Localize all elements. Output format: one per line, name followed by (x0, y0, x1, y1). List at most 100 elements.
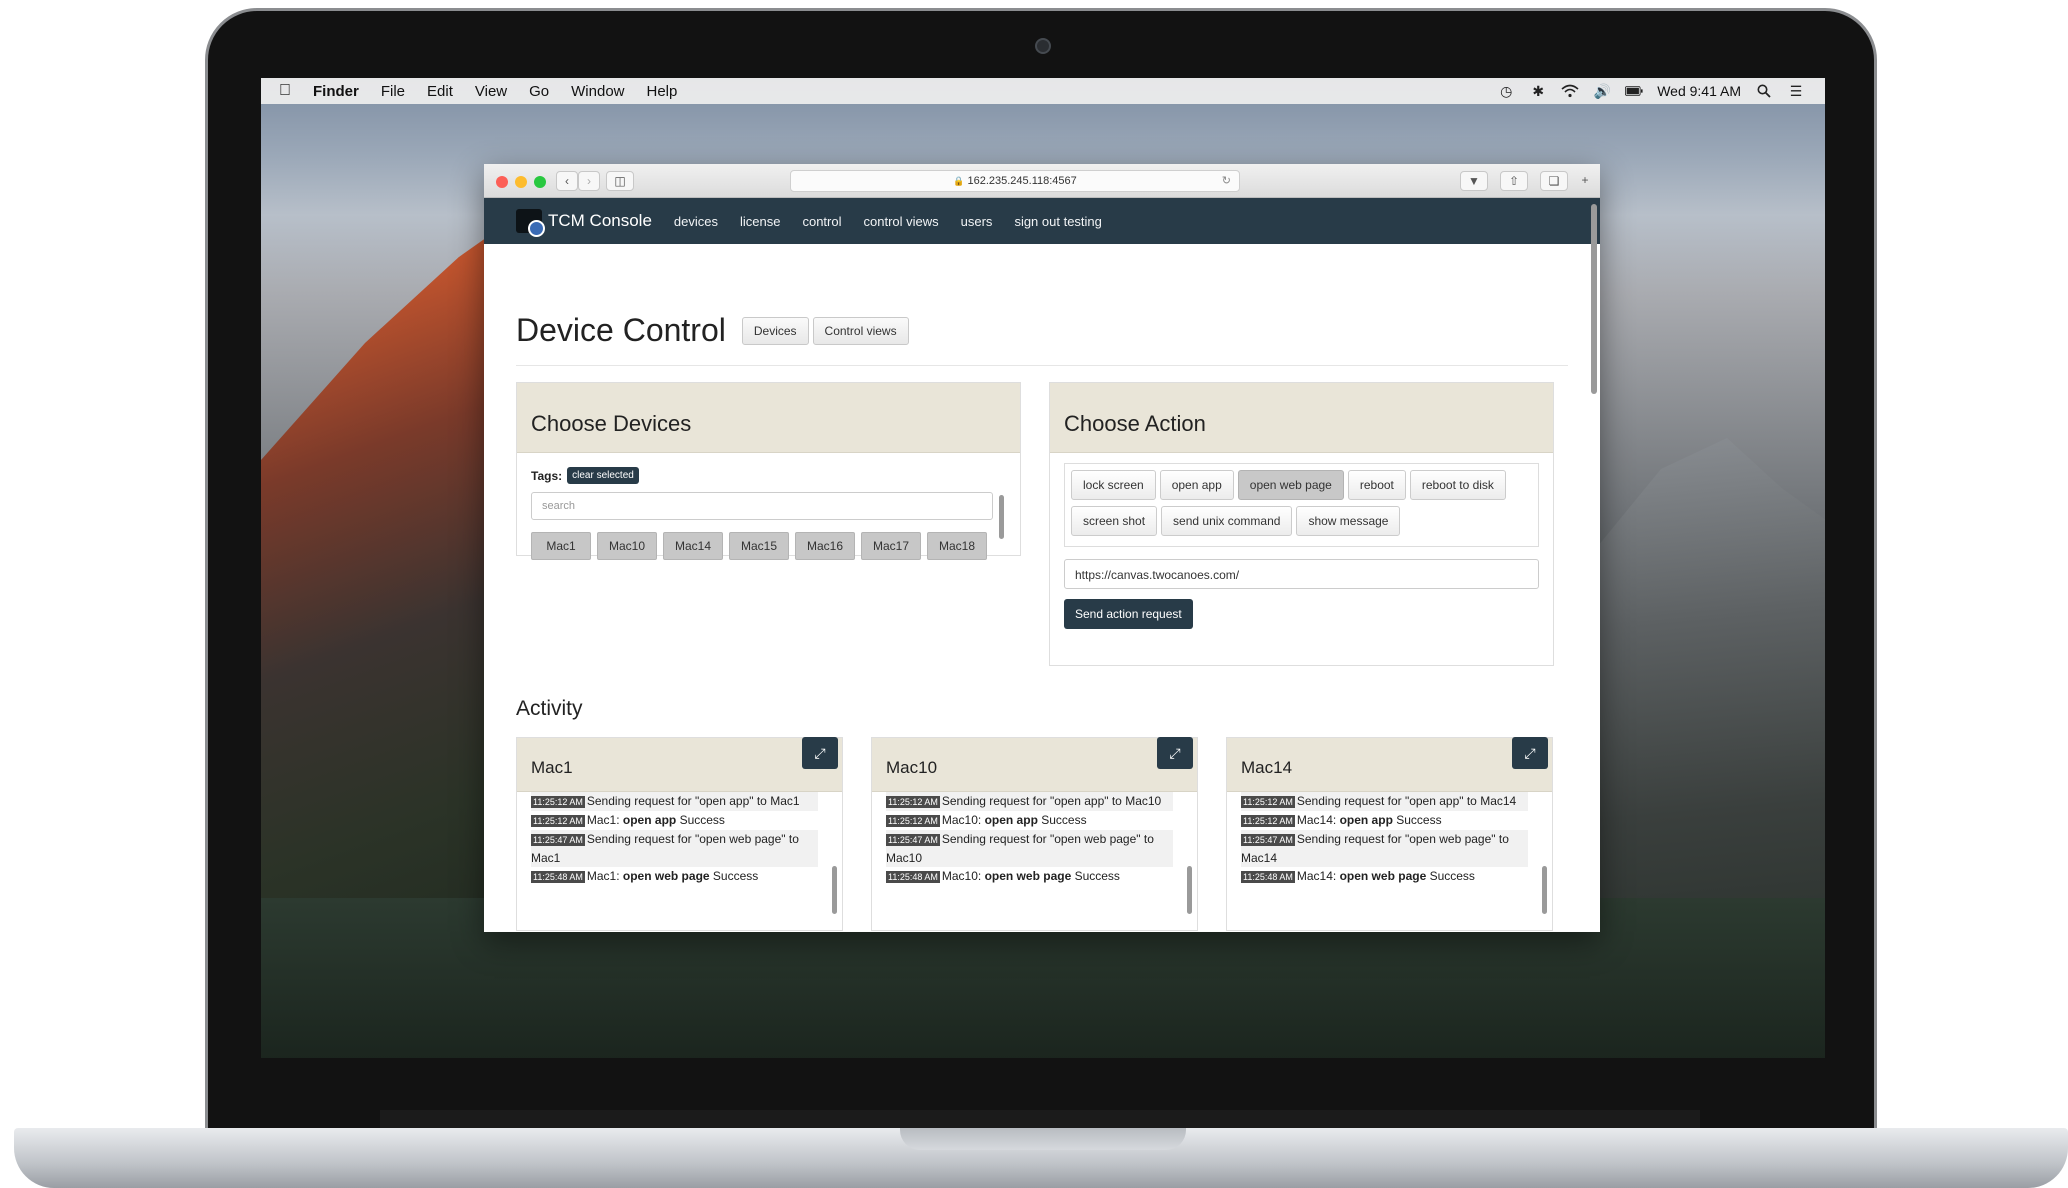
choose-action-heading: Choose Action (1050, 383, 1553, 453)
nav-sign-out[interactable]: sign out testing (1014, 214, 1101, 229)
nav-license[interactable]: license (740, 214, 780, 229)
menu-file[interactable]: File (381, 83, 405, 100)
nav-control-views[interactable]: control views (864, 214, 939, 229)
log-action-name: open app (984, 813, 1038, 827)
log-entry: 11:25:12 AM Mac1: open app Success (531, 811, 818, 830)
expand-icon[interactable]: ⤢ (802, 737, 838, 769)
log-entry: 11:25:48 AM Mac1: open web page Success (531, 867, 818, 886)
action-show-message[interactable]: show message (1296, 506, 1401, 536)
log-timestamp: 11:25:48 AM (886, 871, 940, 883)
control-views-button[interactable]: Control views (812, 316, 909, 345)
action-open-web-page[interactable]: open web page (1237, 470, 1344, 500)
device-chip-mac17[interactable]: Mac17 (861, 532, 921, 560)
log-action-name: open web page (622, 869, 710, 883)
devices-button[interactable]: Devices (741, 316, 809, 345)
activity-panel-name: Mac10 (886, 758, 938, 777)
activity-panel-title: Mac10 ⤢ (872, 737, 1197, 792)
device-chip-mac14[interactable]: Mac14 (663, 532, 723, 560)
log-entry: 11:25:12 AM Mac14: open app Success (1241, 811, 1528, 830)
menu-bar:  Finder File Edit View Go Window Help ◷… (261, 78, 1825, 104)
send-action-request-button[interactable]: Send action request (1064, 599, 1193, 629)
volume-icon[interactable]: 🔊 (1593, 83, 1611, 99)
page-title: Device Control (516, 312, 726, 348)
activity-scrollbar[interactable] (1542, 866, 1547, 914)
menu-go[interactable]: Go (529, 83, 549, 100)
log-entry: 11:25:12 AM Sending request for "open app… (1241, 792, 1528, 811)
device-chip-mac16[interactable]: Mac16 (795, 532, 855, 560)
activity-scrollbar[interactable] (832, 866, 837, 914)
menu-view[interactable]: View (475, 83, 507, 100)
log-result: Success (1037, 813, 1087, 827)
nav-users[interactable]: users (961, 214, 993, 229)
safari-window: ‹ › ◫ 🔒 162.235.245.118:4567 ↻ ▼ ⇧ ❏ + T… (484, 164, 1600, 932)
laptop-chin (380, 1110, 1700, 1128)
brand-link[interactable]: TCM Console (548, 211, 652, 231)
tabs-overview-icon[interactable]: ❏ (1540, 171, 1568, 191)
address-bar[interactable]: 🔒 162.235.245.118:4567 ↻ (790, 170, 1240, 192)
device-chip-mac18[interactable]: Mac18 (927, 532, 987, 560)
action-open-app[interactable]: open app (1159, 470, 1234, 500)
action-send-unix-command[interactable]: send unix command (1161, 506, 1293, 536)
expand-icon[interactable]: ⤢ (1512, 737, 1548, 769)
log-timestamp: 11:25:12 AM (531, 796, 585, 808)
time-machine-icon[interactable]: ◷ (1497, 83, 1515, 99)
sidebar-toggle-icon[interactable]: ◫ (606, 171, 634, 191)
reload-icon[interactable]: ↻ (1222, 171, 1231, 191)
minimize-window-button[interactable] (515, 176, 527, 188)
browser-toolbar: ‹ › ◫ 🔒 162.235.245.118:4567 ↻ ▼ ⇧ ❏ + (484, 164, 1600, 198)
device-chip-mac10[interactable]: Mac10 (597, 532, 657, 560)
log-entry: 11:25:47 AM Sending request for "open web… (1241, 830, 1528, 867)
log-text: Mac10: (941, 869, 985, 883)
log-entry: 11:25:48 AM Mac10: open web page Success (886, 867, 1173, 886)
device-list-scrollbar[interactable] (999, 495, 1004, 539)
choose-devices-heading: Choose Devices (517, 383, 1020, 453)
action-screen-shot[interactable]: screen shot (1071, 506, 1158, 536)
menu-help[interactable]: Help (647, 83, 678, 100)
log-action-name: open web page (1339, 869, 1427, 883)
log-result: Success (1426, 869, 1475, 883)
expand-icon[interactable]: ⤢ (1157, 737, 1193, 769)
activity-panel-mac1: Mac1 ⤢ 11:25:12 AM Sending request for "ope… (516, 737, 843, 931)
menu-edit[interactable]: Edit (427, 83, 453, 100)
log-text: Mac1: (586, 813, 623, 827)
log-entry: 11:25:12 AM Mac10: open app Success (886, 811, 1173, 830)
log-entry: 11:25:48 AM Mac14: open web page Success (1241, 867, 1528, 886)
wifi-icon[interactable] (1561, 84, 1579, 98)
action-url-input[interactable]: https://canvas.twocanoes.com/ (1064, 559, 1539, 589)
log-entry: 11:25:12 AM Sending request for "open app… (531, 792, 818, 811)
new-tab-icon[interactable]: + (1574, 171, 1596, 191)
device-search-input[interactable]: search (531, 492, 993, 520)
downloads-toolbar-icon[interactable]: ▼ (1460, 171, 1488, 191)
action-reboot-to-disk[interactable]: reboot to disk (1409, 470, 1506, 500)
back-icon[interactable]: ‹ (556, 171, 578, 191)
zoom-window-button[interactable] (534, 176, 546, 188)
device-chip-mac1[interactable]: Mac1 (531, 532, 591, 560)
share-icon[interactable]: ⇧ (1500, 171, 1528, 191)
battery-icon[interactable] (1625, 84, 1643, 98)
nav-control[interactable]: control (802, 214, 841, 229)
apple-menu-icon[interactable]:  (279, 82, 291, 100)
close-window-button[interactable] (496, 176, 508, 188)
forward-icon[interactable]: › (578, 171, 600, 191)
menu-window[interactable]: Window (571, 83, 624, 100)
log-result: Success (709, 869, 759, 883)
bluetooth-icon[interactable]: ✱ (1529, 83, 1547, 99)
action-lock-screen[interactable]: lock screen (1071, 470, 1156, 500)
status-menus: ◷ ✱ 🔊 Wed 9:41 AM ☰ (1497, 78, 1805, 104)
activity-scrollbar[interactable] (1187, 866, 1192, 914)
top-navigation: TCM Console devices license control cont… (484, 198, 1600, 244)
log-entry: 11:25:47 AM Sending request for "open web… (886, 830, 1173, 867)
tcm-logo-icon (516, 209, 545, 237)
notification-center-icon[interactable]: ☰ (1787, 83, 1805, 99)
page-scrollbar[interactable] (1591, 204, 1597, 394)
spotlight-search-icon[interactable] (1755, 84, 1773, 98)
log-entry: 11:25:47 AM Sending request for "open web… (531, 830, 818, 867)
device-chip-mac15[interactable]: Mac15 (729, 532, 789, 560)
action-reboot[interactable]: reboot (1347, 470, 1406, 500)
menu-finder[interactable]: Finder (313, 83, 359, 100)
nav-devices[interactable]: devices (674, 214, 718, 229)
menu-clock[interactable]: Wed 9:41 AM (1657, 83, 1741, 99)
tags-label: Tags: (531, 468, 563, 483)
log-timestamp: 11:25:48 AM (531, 871, 585, 883)
clear-selected-button[interactable]: clear selected (567, 467, 639, 484)
